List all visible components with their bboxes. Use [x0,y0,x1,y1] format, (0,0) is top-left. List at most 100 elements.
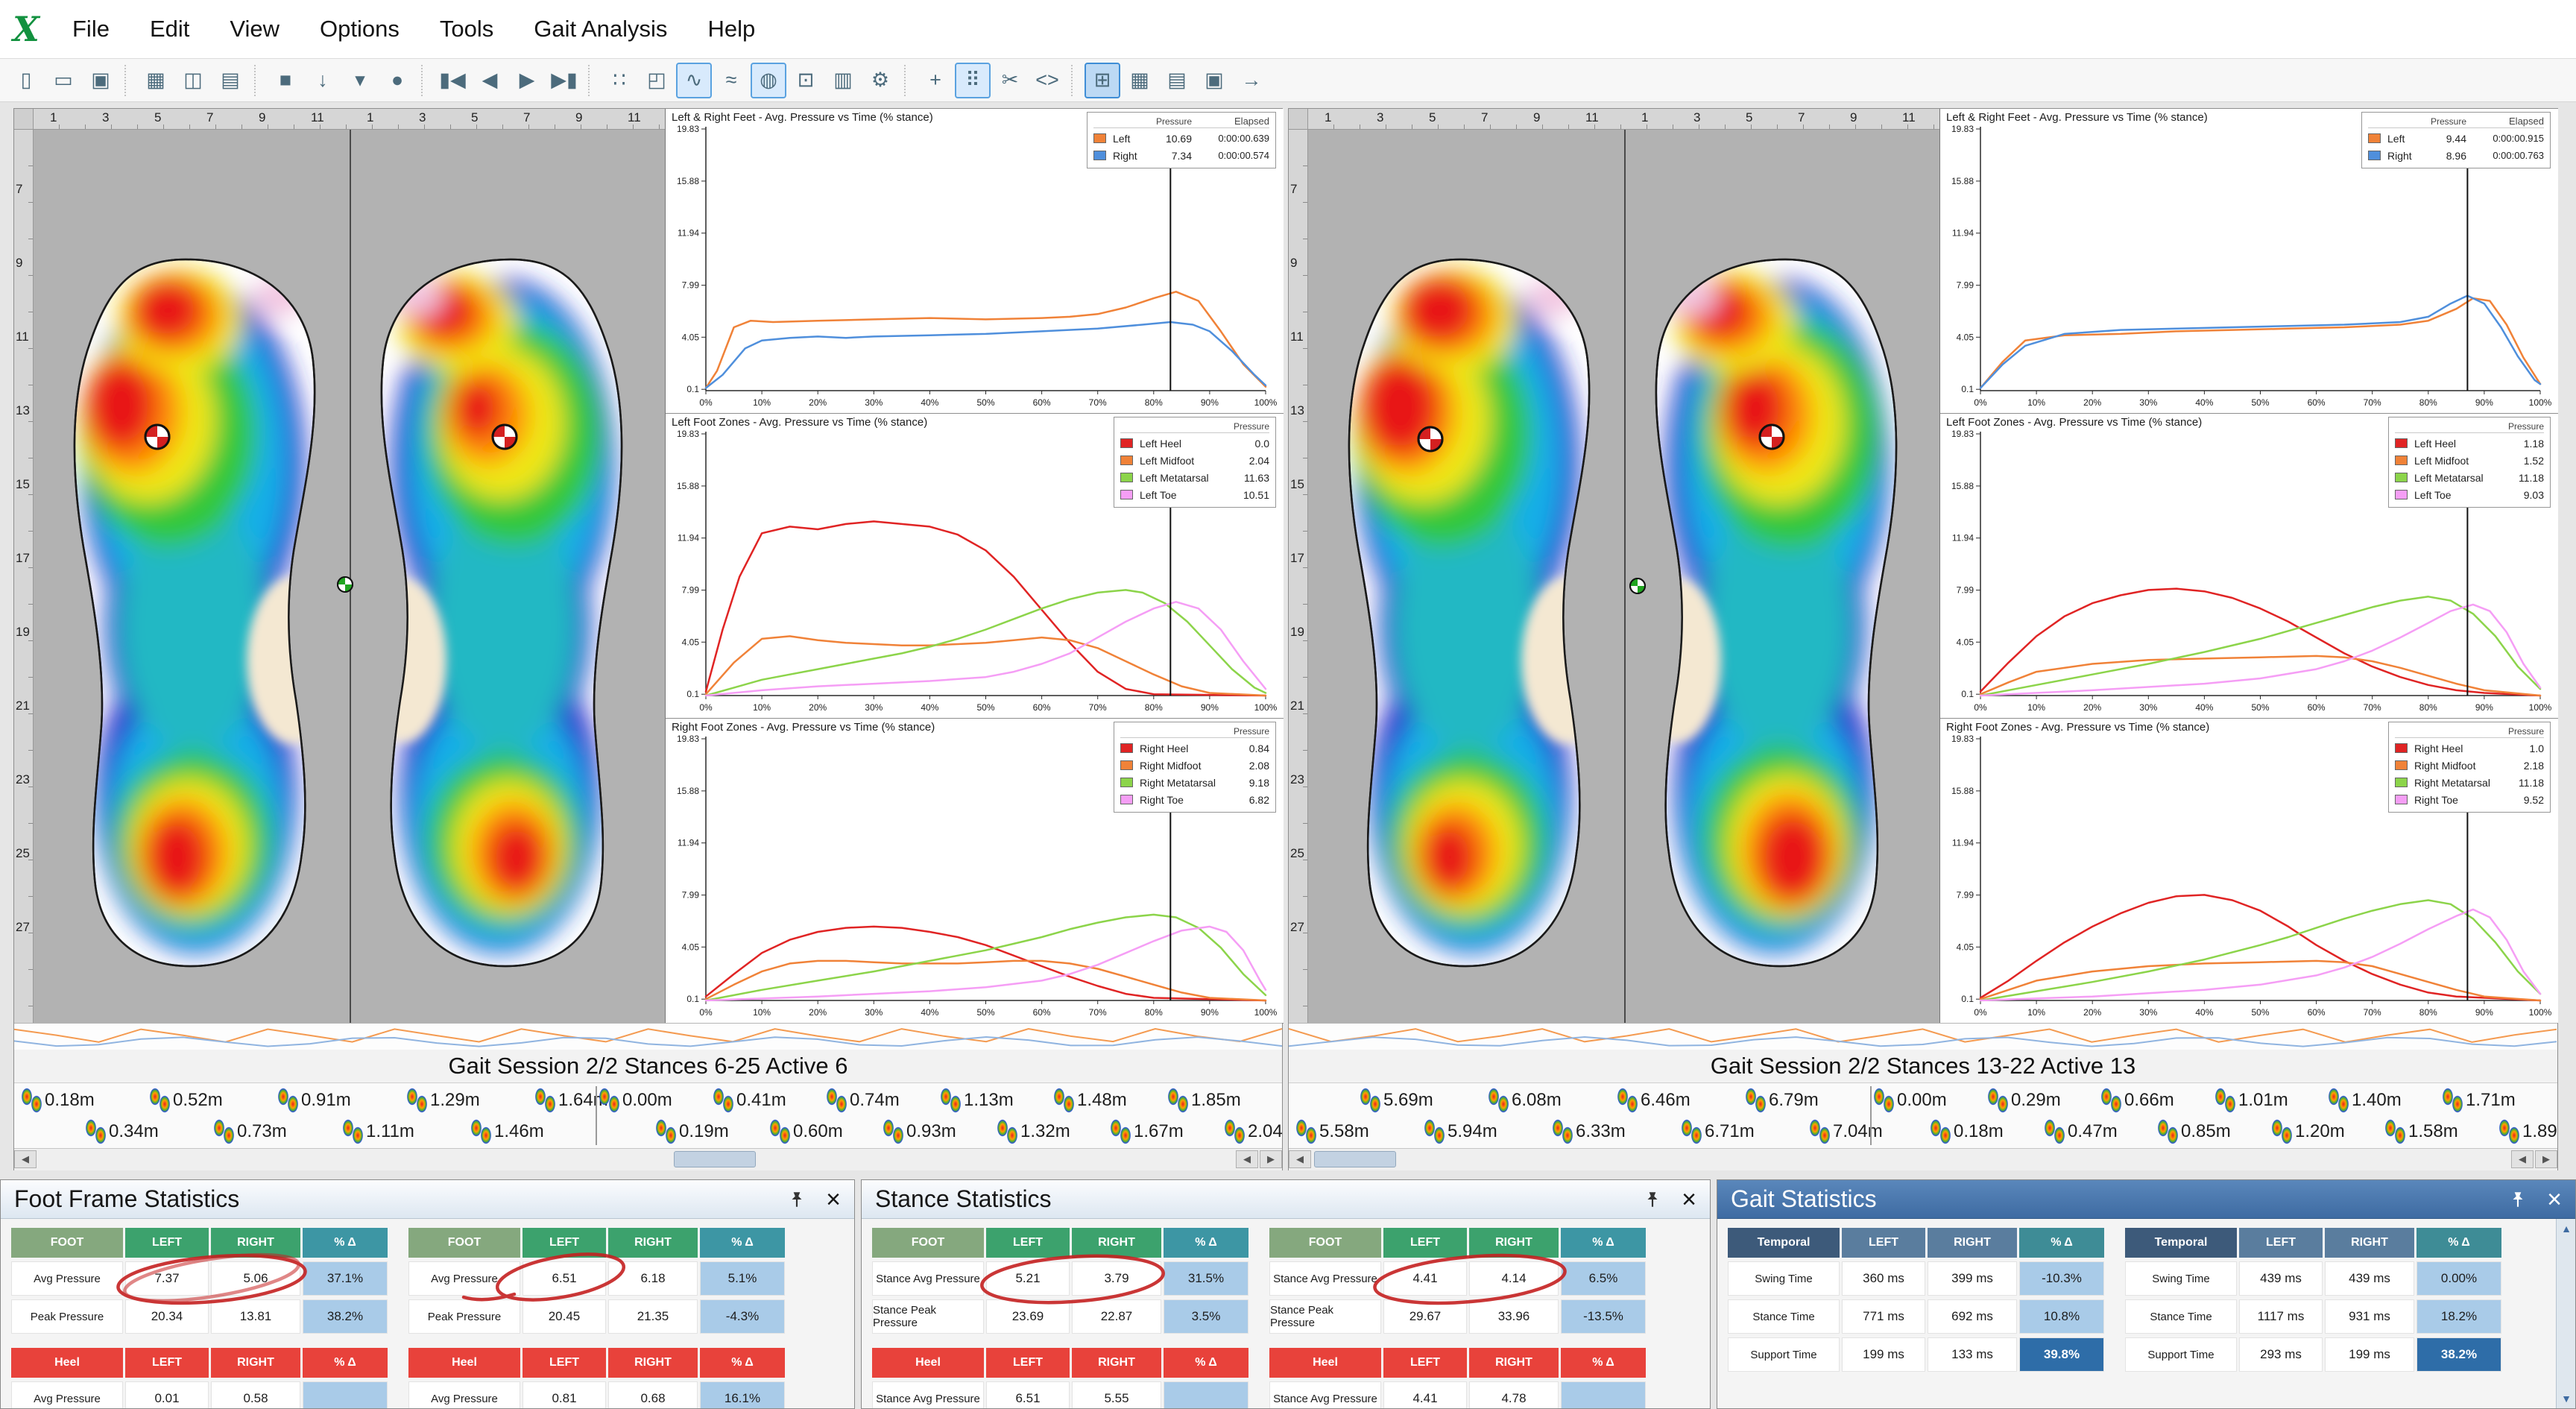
feet-view-icon[interactable]: ⠿ [955,63,991,98]
stance-thumbnail[interactable]: 0.74m [825,1086,900,1115]
stance-thumbnail[interactable]: 1.32m [996,1118,1070,1146]
scroll-left-button[interactable]: ◀ [1289,1150,1311,1168]
stance-thumbnail[interactable]: 0.52m [148,1086,223,1115]
close-icon[interactable]: × [1682,1187,1696,1212]
stance-thumbnail[interactable]: 0.73m [212,1118,287,1146]
close-icon[interactable]: × [826,1187,841,1212]
save-file-icon[interactable]: ▣ [83,63,119,98]
stance-thumbnail[interactable]: 5.94m [1423,1118,1497,1146]
scroll-thumb[interactable] [674,1151,756,1167]
scroll-page-left-button[interactable]: ◀ [1236,1150,1258,1168]
copy-view-icon[interactable]: ⊡ [788,63,824,98]
stance-thumbnail[interactable]: 5.58m [1295,1118,1369,1146]
record-dropdown-icon[interactable]: ▾ [342,63,378,98]
record-icon[interactable]: ● [379,63,415,98]
menu-item-gait-analysis[interactable]: Gait Analysis [514,0,687,58]
menu-item-help[interactable]: Help [687,0,775,58]
chart-panel[interactable]: Left Foot Zones - Avg. Pressure vs Time … [666,414,1284,719]
stance-thumbnail[interactable]: 6.46m [1616,1086,1690,1115]
stance-thumbnail[interactable]: 1.01m [2214,1086,2288,1115]
stance-thumbnail[interactable]: 6.08m [1487,1086,1562,1115]
chart-panel[interactable]: Left & Right Feet - Avg. Pressure vs Tim… [666,109,1284,414]
stance-thumbnail[interactable]: 1.71m [2441,1086,2516,1115]
menu-item-options[interactable]: Options [300,0,420,58]
pressure-heatmap[interactable]: 13579111357911 79111315171921232527 [1289,109,1940,1023]
chart-panel[interactable]: Left & Right Feet - Avg. Pressure vs Tim… [1940,109,2558,414]
stop-record-icon[interactable]: ■ [268,63,303,98]
stance-thumbnail[interactable]: 0.85m [2156,1118,2231,1146]
globe-view-icon[interactable]: ◍ [751,63,786,98]
snip-tool-icon[interactable]: ✂ [992,63,1028,98]
scroll-left-button[interactable]: ◀ [14,1150,37,1168]
print-icon[interactable]: ▣ [1196,63,1232,98]
scroll-right-button[interactable]: ▶ [1260,1150,1282,1168]
stance-thumbnail[interactable]: 6.79m [1744,1086,1819,1115]
overlay-windows-icon[interactable]: ⊞ [1085,63,1120,98]
save-recording-icon[interactable]: ↓ [305,63,341,98]
previous-frame-icon[interactable]: ◀ [472,63,508,98]
film-strip-icon[interactable]: ▤ [212,63,248,98]
stance-thumbnail[interactable]: 6.71m [1680,1118,1755,1146]
stance-thumbnail[interactable]: 2.04m [1223,1118,1282,1146]
stance-thumbnail[interactable]: 1.29m [405,1086,480,1115]
frame-view-icon[interactable]: ◰ [639,63,675,98]
stance-thumbnail[interactable]: 0.66m [2100,1086,2174,1115]
last-frame-icon[interactable]: ▶▮ [546,63,582,98]
stance-thumbnail[interactable]: 0.00m [1872,1086,1947,1115]
stance-thumbnail[interactable]: 1.11m [341,1118,414,1146]
thumbnail-scrollbar[interactable]: ◀◀▶ [14,1148,1282,1170]
pin-icon[interactable] [787,1190,806,1209]
gait-stats-scrollbar[interactable]: ▲ ▼ [2556,1219,2575,1408]
stance-thumbnail[interactable]: 1.13m [939,1086,1014,1115]
pressure-heatmap[interactable]: 13579111357911 79111315171921232527 [14,109,666,1023]
first-frame-icon[interactable]: ▮◀ [435,63,470,98]
stance-thumbnail[interactable]: 1.89m [2498,1118,2557,1146]
stance-thumbnail[interactable]: 1.67m [1109,1118,1184,1146]
foot-pressure-map[interactable] [1648,249,1916,980]
scroll-thumb[interactable] [1314,1151,1396,1167]
menu-item-edit[interactable]: Edit [130,0,209,58]
screen-view-icon[interactable]: ▥ [825,63,861,98]
foot-pressure-map[interactable] [54,249,323,980]
chart-panel[interactable]: Right Foot Zones - Avg. Pressure vs Time… [1940,719,2558,1024]
stance-thumbnail[interactable]: 6.33m [1551,1118,1626,1146]
cursor-tool-icon[interactable]: + [918,63,953,98]
display-settings-icon[interactable]: ⚙ [862,63,898,98]
chart-panel[interactable]: Right Foot Zones - Avg. Pressure vs Time… [666,719,1284,1024]
open-file-icon[interactable]: ▭ [45,63,81,98]
stance-thumbnail[interactable]: 0.18m [1929,1118,2004,1146]
menu-item-file[interactable]: File [52,0,130,58]
play-icon[interactable]: ▶ [509,63,545,98]
stance-thumbnail[interactable]: 1.58m [2384,1118,2458,1146]
print-preview-icon[interactable]: ▤ [1159,63,1195,98]
pin-icon[interactable] [2508,1190,2528,1209]
stance-thumbnail[interactable]: 0.93m [882,1118,956,1146]
thumbnail-scrollbar[interactable]: ◀◀▶ [1289,1148,2557,1170]
movie-capture-icon[interactable]: ▦ [138,63,174,98]
close-icon[interactable]: × [2547,1187,2562,1212]
stance-thumbnail[interactable]: 5.69m [1359,1086,1433,1115]
stance-thumbnail[interactable]: 1.85m [1167,1086,1241,1115]
scroll-up-arrow[interactable]: ▲ [2557,1219,2576,1238]
code-view-icon[interactable]: <> [1029,63,1065,98]
heatmap-canvas[interactable] [34,130,665,1023]
scroll-right-button[interactable]: ▶ [2535,1150,2557,1168]
export-icon[interactable]: → [1234,63,1269,98]
foot-pressure-map[interactable] [373,249,642,980]
new-file-icon[interactable]: ▯ [8,63,44,98]
scroll-page-left-button[interactable]: ◀ [2511,1150,2534,1168]
stance-thumbnail[interactable]: 0.60m [768,1118,843,1146]
stance-thumbnail[interactable]: 0.91m [277,1086,351,1115]
scroll-down-arrow[interactable]: ▼ [2557,1389,2576,1408]
menu-item-view[interactable]: View [209,0,300,58]
menu-item-tools[interactable]: Tools [420,0,514,58]
stance-thumbnail[interactable]: 0.41m [712,1086,786,1115]
heatmap-canvas[interactable] [1308,130,1939,1023]
stance-thumbnail[interactable]: 0.00m [598,1086,672,1115]
chart-panel[interactable]: Left Foot Zones - Avg. Pressure vs Time … [1940,414,2558,719]
stance-thumbnail[interactable]: 0.29m [1986,1086,2061,1115]
data-table-icon[interactable]: ▦ [1122,63,1158,98]
stance-thumbnail[interactable]: 0.47m [2043,1118,2118,1146]
multi-waveform-view-icon[interactable]: ≈ [713,63,749,98]
foot-pressure-map[interactable] [1329,249,1597,980]
